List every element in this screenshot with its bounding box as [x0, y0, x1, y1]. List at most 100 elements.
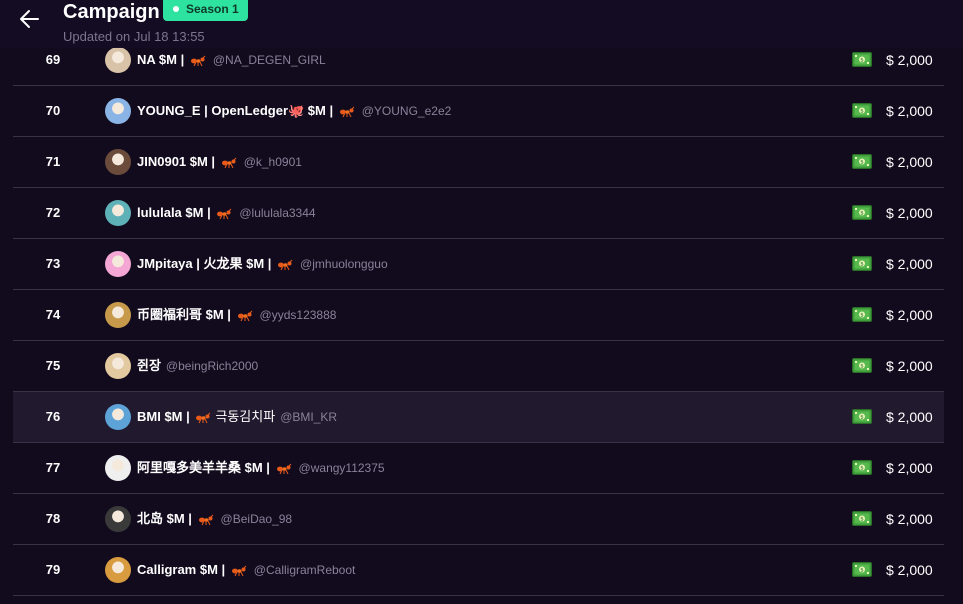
user-name[interactable]: 阿里嘎多美羊羊桑 $M | — [137, 460, 270, 475]
user-name[interactable]: YOUNG_E | OpenLedger🐙 $M | — [137, 103, 333, 118]
table-row[interactable]: 78 北岛 $M | @BeiDao_98 $ $ 2,000 — [13, 494, 944, 545]
page-title: Campaign — [63, 1, 160, 23]
user-info: 币圈福利哥 $M | @yyds123888 — [137, 290, 336, 340]
table-row[interactable]: 76 BMI $M | 극동김치파 @BMI_KR $ $ 2,000 — [13, 392, 944, 443]
user-info: 北岛 $M | @BeiDao_98 — [137, 494, 292, 544]
reward-amount: $ 2,000 — [886, 511, 933, 527]
avatar[interactable] — [105, 404, 131, 430]
table-row[interactable]: 72 lululala $M | @lululala3344 $ $ 2,000 — [13, 188, 944, 239]
reward-amount: $ 2,000 — [886, 154, 933, 170]
avatar[interactable] — [105, 98, 131, 124]
avatar[interactable] — [105, 251, 131, 277]
user-name[interactable]: 币圈福利哥 $M | — [137, 307, 231, 322]
user-info: JIN0901 $M | @k_h0901 — [137, 137, 302, 187]
rank-number: 79 — [45, 562, 61, 577]
reward-amount: $ 2,000 — [886, 460, 933, 476]
rank-number: 77 — [45, 460, 61, 475]
user-handle[interactable]: @YOUNG_e2e2 — [362, 104, 452, 118]
user-name[interactable]: NA $M | — [137, 52, 184, 67]
svg-text:$: $ — [860, 109, 864, 115]
svg-text:$: $ — [860, 262, 864, 268]
user-info: lululala $M | @lululala3344 — [137, 188, 316, 238]
reward-amount: $ 2,000 — [886, 562, 933, 578]
svg-text:$: $ — [860, 58, 864, 64]
user-handle[interactable]: @wangy112375 — [299, 461, 385, 475]
ant-icon — [225, 562, 249, 577]
user-info: Calligram $M | @CalligramReboot — [137, 545, 355, 595]
user-handle[interactable]: @BMI_KR — [280, 410, 337, 424]
rank-number: 75 — [45, 358, 61, 373]
user-handle[interactable]: @BeiDao_98 — [221, 512, 293, 526]
ant-icon — [215, 154, 239, 169]
cash-icon: $ — [852, 256, 872, 271]
rank-number: 78 — [45, 511, 61, 526]
ant-icon — [190, 409, 214, 424]
cash-icon: $ — [852, 511, 872, 526]
ant-icon — [192, 511, 216, 526]
cash-icon: $ — [852, 460, 872, 475]
header: Campaign Season 1 Updated on Jul 18 13:5… — [0, 0, 963, 48]
table-row[interactable]: 73 JMpitaya | 火龙果 $M | @jmhuolongguo $ $ 2,… — [13, 239, 944, 290]
table-row[interactable]: 71 JIN0901 $M | @k_h0901 $ $ 2,000 — [13, 137, 944, 188]
cash-icon: $ — [852, 52, 872, 67]
user-info: BMI $M | 극동김치파 @BMI_KR — [137, 392, 337, 442]
table-row[interactable]: 75 쥔장 @beingRich2000 $ $ 2,000 — [13, 341, 944, 392]
season-badge: Season 1 — [163, 0, 248, 21]
avatar[interactable] — [105, 302, 131, 328]
cash-icon: $ — [852, 205, 872, 220]
user-handle[interactable]: @NA_DEGEN_GIRL — [213, 53, 326, 67]
user-name[interactable]: 北岛 $M | — [137, 511, 192, 526]
ant-icon — [333, 103, 357, 118]
badge-dot-icon — [173, 6, 179, 12]
user-info: YOUNG_E | OpenLedger🐙 $M | @YOUNG_e2e2 — [137, 86, 451, 136]
user-handle[interactable]: @jmhuolongguo — [300, 257, 388, 271]
ant-icon — [271, 256, 295, 271]
svg-text:$: $ — [860, 211, 864, 217]
svg-text:$: $ — [860, 415, 864, 421]
rank-number: 76 — [45, 409, 61, 424]
table-row[interactable]: 70 YOUNG_E | OpenLedger🐙 $M | @YOUNG_e2e2… — [13, 86, 944, 137]
avatar[interactable] — [105, 557, 131, 583]
user-handle[interactable]: @CalligramReboot — [254, 563, 356, 577]
reward-amount: $ 2,000 — [886, 256, 933, 272]
ant-icon — [211, 205, 235, 220]
table-row[interactable]: 74 币圈福利哥 $M | @yyds123888 $ $ 2,000 — [13, 290, 944, 341]
cash-icon: $ — [852, 562, 872, 577]
avatar[interactable] — [105, 353, 131, 379]
user-info: 쥔장 @beingRich2000 — [137, 341, 258, 391]
arrow-left-icon[interactable] — [16, 6, 44, 32]
reward-amount: $ 2,000 — [886, 205, 933, 221]
ant-icon — [184, 52, 208, 67]
user-name[interactable]: lululala $M | — [137, 205, 211, 220]
rank-number: 70 — [45, 103, 61, 118]
avatar[interactable] — [105, 200, 131, 226]
avatar[interactable] — [105, 455, 131, 481]
user-handle[interactable]: @yyds123888 — [260, 308, 337, 322]
svg-text:$: $ — [860, 466, 864, 472]
table-row[interactable]: 79 Calligram $M | @CalligramReboot $ $ 2,00… — [13, 545, 944, 596]
cash-icon: $ — [852, 358, 872, 373]
cash-icon: $ — [852, 103, 872, 118]
svg-text:$: $ — [860, 160, 864, 166]
user-name[interactable]: 쥔장 — [137, 358, 161, 373]
user-handle[interactable]: @k_h0901 — [244, 155, 302, 169]
user-handle[interactable]: @beingRich2000 — [166, 359, 258, 373]
user-name-suffix: 극동김치파 — [215, 409, 276, 424]
user-name[interactable]: Calligram $M | — [137, 562, 225, 577]
svg-text:$: $ — [860, 517, 864, 523]
user-name[interactable]: JIN0901 $M | — [137, 154, 215, 169]
user-handle[interactable]: @lululala3344 — [239, 206, 315, 220]
avatar[interactable] — [105, 47, 131, 73]
avatar[interactable] — [105, 506, 131, 532]
user-info: JMpitaya | 火龙果 $M | @jmhuolongguo — [137, 239, 388, 289]
reward-amount: $ 2,000 — [886, 307, 933, 323]
table-row[interactable]: 77 阿里嘎多美羊羊桑 $M | @wangy112375 $ $ 2,000 — [13, 443, 944, 494]
user-name[interactable]: BMI $M | — [137, 409, 190, 424]
avatar[interactable] — [105, 149, 131, 175]
reward-amount: $ 2,000 — [886, 358, 933, 374]
reward-amount: $ 2,000 — [886, 103, 933, 119]
user-name[interactable]: JMpitaya | 火龙果 $M | — [137, 256, 271, 271]
user-info: 阿里嘎多美羊羊桑 $M | @wangy112375 — [137, 443, 385, 493]
rank-number: 72 — [45, 205, 61, 220]
svg-text:$: $ — [860, 568, 864, 574]
